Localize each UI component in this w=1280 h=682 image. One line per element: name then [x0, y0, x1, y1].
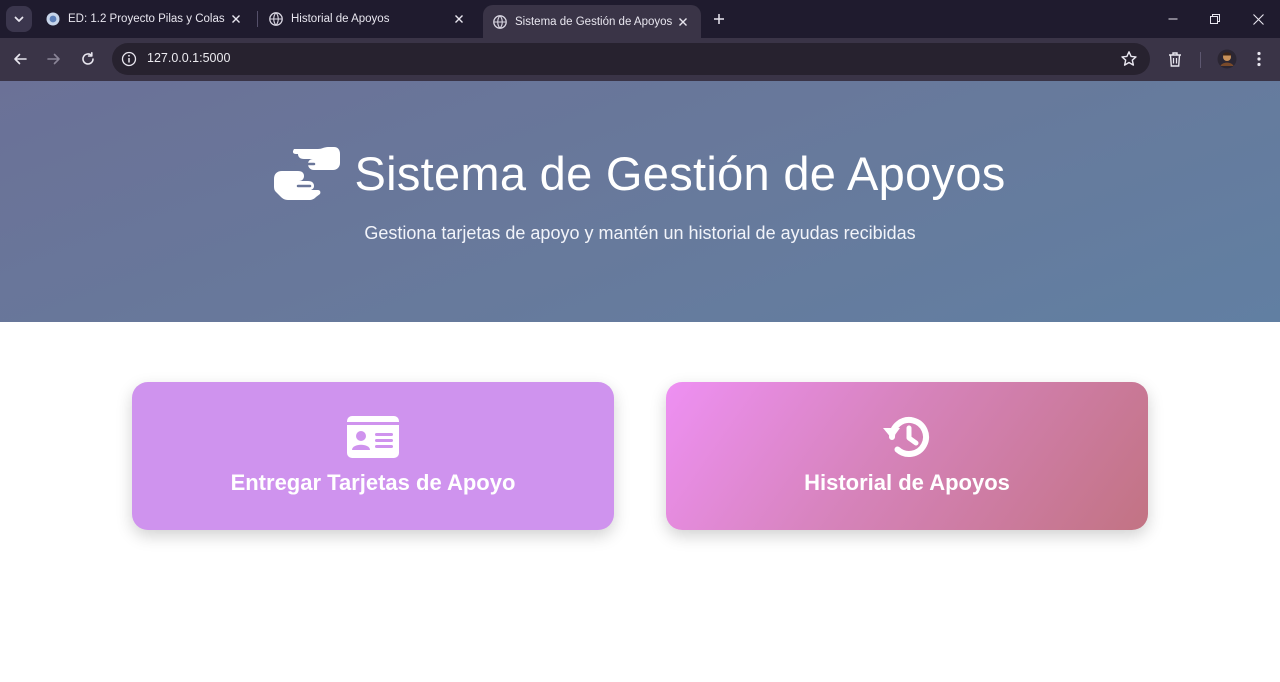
hero-title-row: Sistema de Gestión de Apoyos [0, 145, 1280, 201]
browser-tabstrip: ED: 1.2 Proyecto Pilas y Colas p Histori… [0, 0, 1280, 38]
address-bar[interactable]: 127.0.0.1:5000 [112, 43, 1150, 75]
handshake-icon [274, 147, 341, 200]
restore-icon [1210, 14, 1220, 24]
tab-title: Historial de Apoyos [291, 13, 390, 25]
tab-proyecto-pilas[interactable]: ED: 1.2 Proyecto Pilas y Colas p [36, 0, 254, 38]
address-url[interactable]: 127.0.0.1:5000 [147, 51, 230, 65]
card-label: Entregar Tarjetas de Apoyo [230, 470, 516, 495]
card-label: Historial de Apoyos [804, 470, 1010, 495]
tab-close-icon[interactable] [675, 14, 691, 30]
history-icon [883, 417, 929, 457]
site-favicon-icon [46, 12, 60, 26]
new-tab-button[interactable] [709, 9, 729, 29]
browser-menu-button[interactable] [1248, 48, 1270, 70]
restore-button[interactable] [1194, 0, 1236, 38]
minimize-button[interactable] [1152, 0, 1194, 38]
globe-icon [269, 12, 283, 26]
tab-title: Sistema de Gestión de Apoyos [515, 15, 673, 28]
minimize-icon [1168, 18, 1178, 20]
back-button[interactable] [8, 47, 32, 71]
profile-avatar[interactable] [1216, 48, 1238, 70]
historial-apoyos-card[interactable]: Historial de Apoyos [666, 382, 1148, 530]
tab-historial-apoyos[interactable]: Historial de Apoyos [259, 0, 477, 38]
plus-icon [714, 14, 724, 24]
tab-title: ED: 1.2 Proyecto Pilas y Colas p [68, 13, 228, 25]
tab-separator [257, 11, 258, 27]
tab-sistema-gestion[interactable]: Sistema de Gestión de Apoyos [483, 5, 701, 38]
hero-header: Sistema de Gestión de Apoyos Gestiona ta… [0, 81, 1280, 322]
forward-button[interactable] [42, 47, 66, 71]
reload-icon [82, 52, 94, 65]
trash-icon [1169, 51, 1181, 67]
reload-button[interactable] [76, 47, 100, 71]
tab-close-icon[interactable] [228, 11, 244, 27]
globe-icon [493, 14, 507, 29]
avatar-icon [1217, 49, 1237, 69]
arrow-left-icon [14, 53, 27, 65]
page-subtitle: Gestiona tarjetas de apoyo y mantén un h… [364, 223, 916, 243]
site-info-icon[interactable] [121, 51, 137, 67]
tab-search-button[interactable] [6, 6, 32, 32]
arrow-right-icon [47, 53, 60, 65]
tab-close-icon[interactable] [451, 11, 467, 27]
kebab-menu-icon [1257, 51, 1261, 67]
trash-extension-button[interactable] [1164, 48, 1186, 70]
toolbar-divider [1200, 52, 1201, 68]
page-title: Sistema de Gestión de Apoyos [354, 146, 1006, 200]
chevron-down-icon [14, 16, 24, 22]
id-card-icon [347, 416, 399, 458]
browser-toolbar: 127.0.0.1:5000 [0, 38, 1280, 81]
close-icon [1252, 13, 1264, 25]
star-icon[interactable] [1120, 50, 1138, 68]
entregar-tarjetas-card[interactable]: Entregar Tarjetas de Apoyo [132, 382, 614, 530]
close-window-button[interactable] [1237, 0, 1279, 38]
